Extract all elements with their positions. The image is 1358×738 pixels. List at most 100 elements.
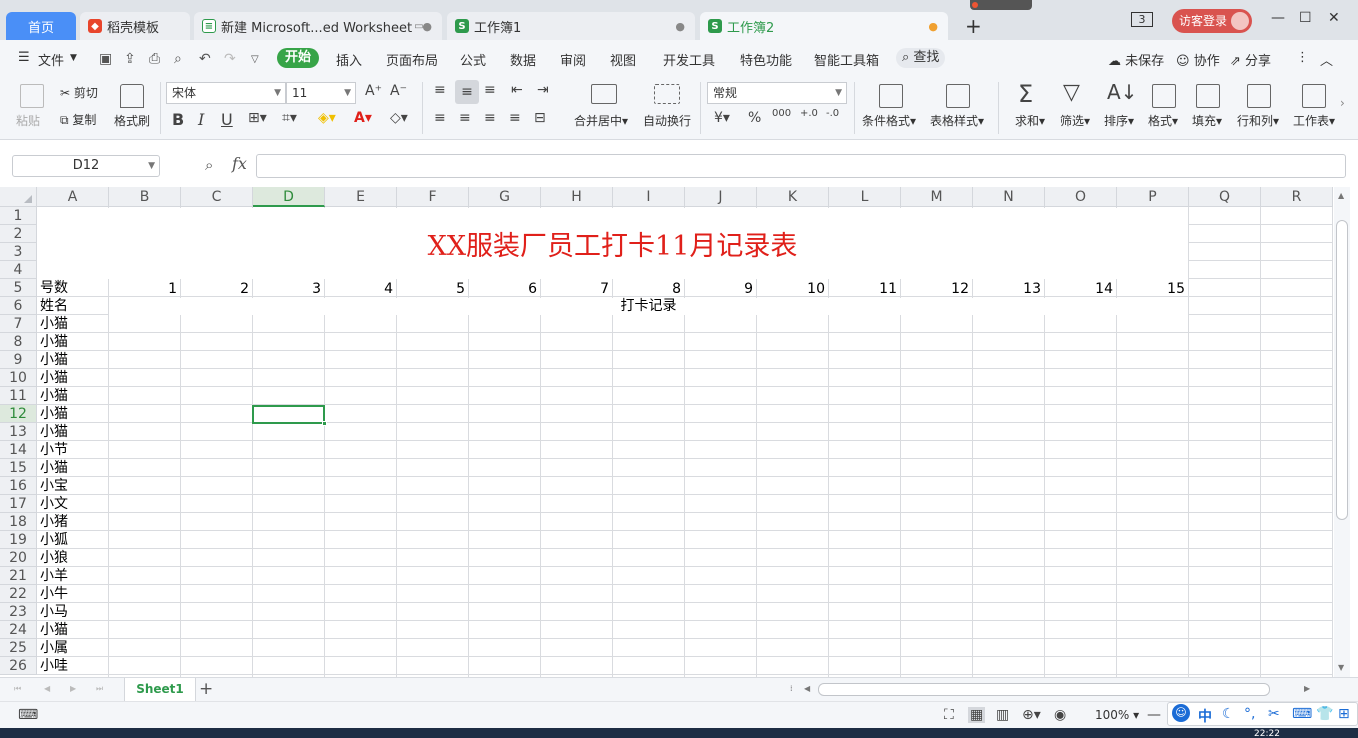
ime-language-toggle[interactable]: 中 xyxy=(1198,706,1212,726)
day-cell[interactable]: 9 xyxy=(685,280,753,298)
employee-name-cell[interactable]: 小猫 xyxy=(40,369,68,387)
macro-record-icon[interactable]: ⌨ xyxy=(18,707,38,723)
vertical-scroll-thumb[interactable] xyxy=(1336,220,1348,520)
menu-page-layout[interactable]: 页面布局 xyxy=(386,50,438,69)
row-header-21[interactable]: 21 xyxy=(0,567,37,585)
row-header-20[interactable]: 20 xyxy=(0,549,37,567)
row-header-1[interactable]: 1 xyxy=(0,207,37,225)
indent-increase-icon[interactable]: ⇥ xyxy=(537,82,549,98)
align-middle-icon[interactable]: ≡ xyxy=(455,80,479,104)
search-button[interactable]: ⌕ 查找 xyxy=(896,48,946,68)
punctuation-icon[interactable]: °, xyxy=(1244,706,1255,722)
column-header-c[interactable]: C xyxy=(181,187,253,207)
sort-button[interactable]: 排序▾ xyxy=(1104,112,1134,129)
row-header-10[interactable]: 10 xyxy=(0,369,37,387)
tab-dot-icon[interactable]: ● xyxy=(422,20,432,33)
cut-button[interactable]: ✂ 剪切 xyxy=(60,84,98,101)
eye-protection-icon[interactable]: ◉ xyxy=(1054,707,1066,723)
skin-icon[interactable]: 👕 xyxy=(1316,706,1333,722)
row-header-15[interactable]: 15 xyxy=(0,459,37,477)
font-color-icon[interactable]: A▾ xyxy=(354,110,372,126)
tools-icon[interactable]: ✂ xyxy=(1268,706,1280,722)
employee-name-cell[interactable]: 小羊 xyxy=(40,567,68,585)
employee-name-cell[interactable]: 小猫 xyxy=(40,459,68,477)
keyboard-icon[interactable]: ⌨ xyxy=(1292,706,1312,722)
menu-file[interactable]: 文件 xyxy=(38,50,64,69)
font-size-select[interactable]: 11 ▼ xyxy=(286,82,356,104)
function-icon[interactable]: fx xyxy=(232,154,247,173)
sheet-tab-sheet1[interactable]: Sheet1 xyxy=(124,678,196,702)
normal-view-icon[interactable]: ▦ xyxy=(968,707,986,723)
column-header-n[interactable]: N xyxy=(973,187,1045,207)
row-header-9[interactable]: 9 xyxy=(0,351,37,369)
print-preview-icon[interactable]: ⌕ xyxy=(174,51,182,67)
format-button[interactable]: 格式▾ xyxy=(1148,112,1178,129)
paste-button[interactable]: 粘贴 xyxy=(16,112,40,129)
align-left-icon[interactable]: ≡ xyxy=(434,110,446,126)
currency-button[interactable]: ¥▾ xyxy=(714,110,730,126)
unsaved-button[interactable]: ☁ 未保存 xyxy=(1108,50,1164,69)
distributed-icon[interactable]: ⊟ xyxy=(534,110,546,126)
employee-name-cell[interactable]: 小猫 xyxy=(40,351,68,369)
day-cell[interactable]: 12 xyxy=(901,280,969,298)
collaborate-button[interactable]: ☺ 协作 xyxy=(1176,50,1220,69)
copy-button[interactable]: ⧉ 复制 xyxy=(60,111,96,128)
underline-icon[interactable]: U xyxy=(221,110,233,129)
conditional-format-button[interactable]: 条件格式▾ xyxy=(862,112,916,129)
row-header-6[interactable]: 6 xyxy=(0,297,37,315)
employee-name-cell[interactable]: 小属 xyxy=(40,639,68,657)
redo-icon[interactable]: ↷ xyxy=(224,51,236,67)
employee-name-cell[interactable]: 小马 xyxy=(40,603,68,621)
day-cell[interactable]: 3 xyxy=(253,280,321,298)
column-header-f[interactable]: F xyxy=(397,187,469,207)
row-header-5[interactable]: 5 xyxy=(0,279,37,297)
row-header-24[interactable]: 24 xyxy=(0,621,37,639)
name-box[interactable]: D12 ▼ xyxy=(12,155,160,177)
decrease-decimal-button[interactable]: -.0 xyxy=(826,108,839,119)
save-icon[interactable]: ▣ xyxy=(99,51,112,67)
increase-decimal-button[interactable]: +.0 xyxy=(800,108,818,119)
tab-home[interactable]: 首页 xyxy=(6,12,76,40)
scroll-left-icon[interactable]: ◀ xyxy=(804,684,810,693)
window-count-badge[interactable]: 3 xyxy=(1131,12,1153,27)
zoom-search-icon[interactable]: ⌕ xyxy=(205,156,213,174)
row-header-13[interactable]: 13 xyxy=(0,423,37,441)
column-header-k[interactable]: K xyxy=(757,187,829,207)
ribbon-scroll-right-icon[interactable]: › xyxy=(1340,96,1345,110)
employee-name-cell[interactable]: 小猫 xyxy=(40,621,68,639)
fill-shape-icon[interactable]: ⌗▾ xyxy=(282,110,297,126)
quick-access-more-icon[interactable]: ▽ xyxy=(251,54,259,65)
collapse-ribbon-icon[interactable]: ︿ xyxy=(1320,50,1333,69)
grid-menu-icon[interactable]: ⊞ xyxy=(1338,706,1350,722)
employee-name-cell[interactable]: 小猫 xyxy=(40,315,68,333)
format-painter-button[interactable]: 格式刷 xyxy=(114,112,150,129)
sum-icon[interactable]: Σ xyxy=(1018,80,1033,108)
selected-cell-d12[interactable] xyxy=(252,405,327,426)
more-icon[interactable]: ⋮ xyxy=(1296,50,1309,65)
employee-name-cell[interactable]: 小猫 xyxy=(40,423,68,441)
row-header-8[interactable]: 8 xyxy=(0,333,37,351)
export-icon[interactable]: ⇪ xyxy=(124,51,136,67)
clear-icon[interactable]: ◇▾ xyxy=(390,110,408,126)
italic-icon[interactable]: I xyxy=(198,110,204,129)
column-header-i[interactable]: I xyxy=(613,187,685,207)
day-cell[interactable]: 5 xyxy=(397,280,465,298)
print-icon[interactable]: ⎙ xyxy=(149,51,160,67)
row-column-button[interactable]: 行和列▾ xyxy=(1237,112,1279,129)
chevron-down-icon[interactable]: ▼ xyxy=(70,53,77,63)
day-cell[interactable]: 6 xyxy=(469,280,537,298)
row-header-11[interactable]: 11 xyxy=(0,387,37,405)
select-all-corner[interactable] xyxy=(0,187,37,207)
sum-button[interactable]: 求和▾ xyxy=(1015,112,1045,129)
row-header-26[interactable]: 26 xyxy=(0,657,37,675)
column-header-b[interactable]: B xyxy=(109,187,181,207)
last-sheet-icon[interactable]: ⏭ xyxy=(96,684,103,694)
zoom-level[interactable]: 100% ▾ xyxy=(1095,708,1139,722)
align-bottom-icon[interactable]: ≡ xyxy=(484,82,496,98)
row-header-22[interactable]: 22 xyxy=(0,585,37,603)
sort-icon[interactable]: A↓ xyxy=(1107,80,1137,104)
column-header-e[interactable]: E xyxy=(325,187,397,207)
column-header-q[interactable]: Q xyxy=(1189,187,1261,207)
visitor-login-button[interactable]: 访客登录 xyxy=(1172,9,1252,33)
hamburger-icon[interactable]: ☰ xyxy=(18,50,30,65)
